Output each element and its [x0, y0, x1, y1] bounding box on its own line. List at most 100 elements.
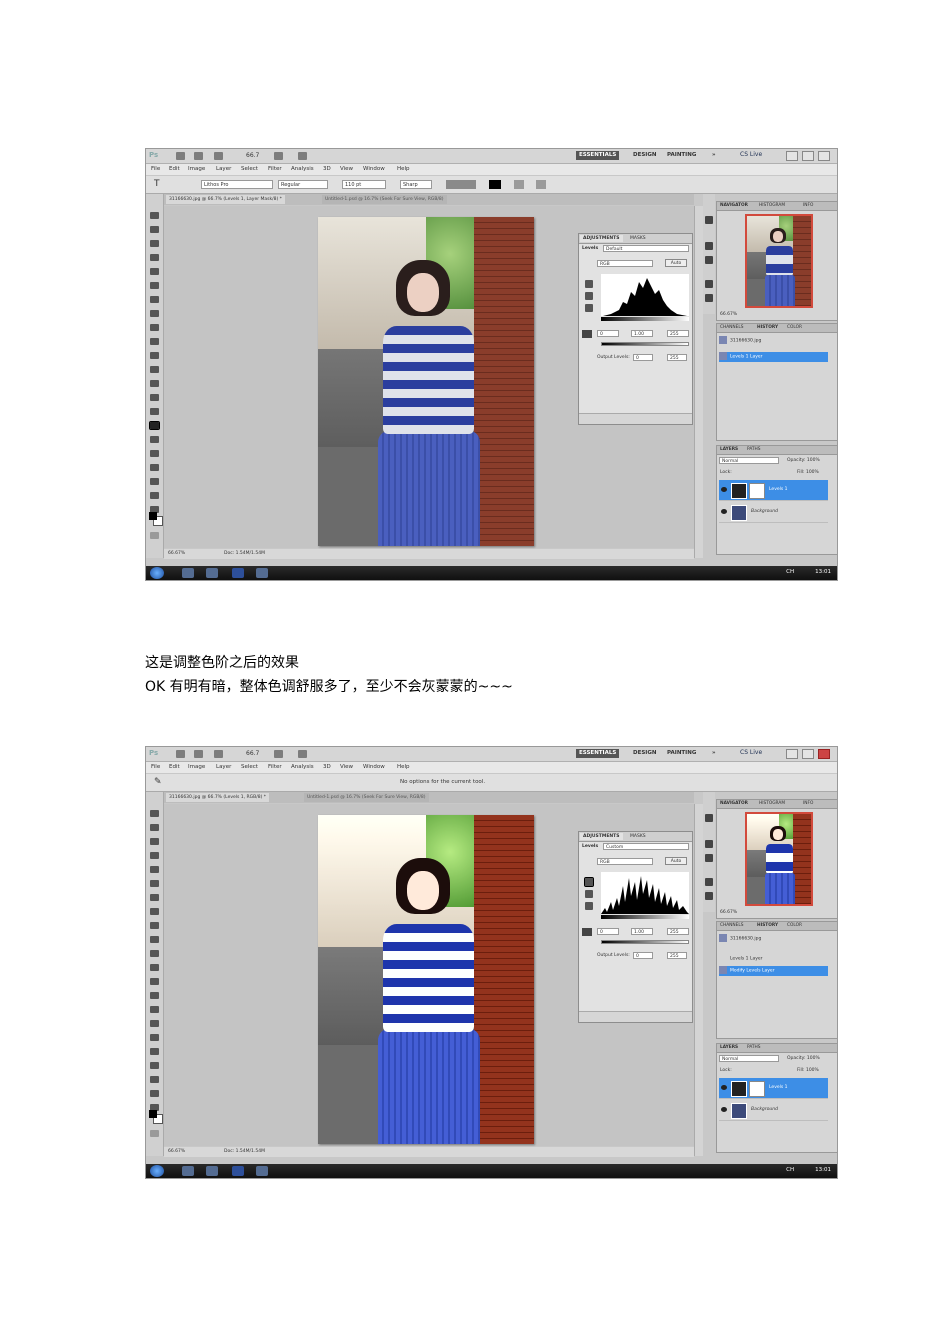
histogram-panel-icon[interactable] — [705, 216, 713, 224]
fill-field[interactable]: Fill: 100% — [797, 470, 819, 475]
auto-button[interactable]: Auto — [665, 259, 687, 267]
tab-navigator[interactable]: NAVIGATOR — [720, 203, 748, 208]
blend-mode-select[interactable]: Normal — [719, 457, 779, 464]
language-indicator[interactable]: CH — [786, 1167, 794, 1173]
hand-tool-icon[interactable] — [150, 492, 159, 499]
workspace-painting[interactable]: PAINTING — [664, 151, 699, 160]
tab-channels[interactable]: CHANNELS — [720, 325, 743, 330]
history-brush-tool-icon[interactable] — [150, 936, 159, 943]
opacity-field[interactable]: Opacity: 100% — [787, 1056, 820, 1061]
3d-rotate-tool-icon[interactable] — [150, 1062, 159, 1069]
minibridge-icon[interactable] — [194, 152, 203, 160]
clock[interactable]: 13:01 — [815, 569, 831, 575]
adjustments-panel-icon[interactable] — [705, 242, 713, 250]
workspace-more[interactable]: » — [709, 151, 719, 160]
masks-panel-icon[interactable] — [705, 854, 713, 862]
menu-help[interactable]: Help — [397, 166, 410, 172]
fill-field[interactable]: Fill: 100% — [797, 1068, 819, 1073]
blur-tool-icon[interactable] — [150, 380, 159, 387]
lasso-tool-icon[interactable] — [150, 240, 159, 247]
menu-3d[interactable]: 3D — [323, 764, 331, 770]
type-tool-icon[interactable] — [150, 1020, 159, 1027]
marquee-tool-icon[interactable] — [150, 226, 159, 233]
preset-select[interactable]: Default — [603, 245, 689, 252]
3d-orbit-tool-icon[interactable] — [150, 478, 159, 485]
bridge-icon[interactable] — [176, 750, 185, 758]
bridge-icon[interactable] — [176, 152, 185, 160]
text-color-swatch[interactable] — [489, 180, 501, 189]
workspace-design[interactable]: DESIGN — [630, 151, 659, 160]
tab-color[interactable]: COLOR — [787, 923, 802, 928]
character-panel-icon[interactable] — [536, 180, 546, 189]
menu-file[interactable]: File — [151, 764, 160, 770]
workspace-painting[interactable]: PAINTING — [664, 749, 699, 758]
menu-filter[interactable]: Filter — [268, 764, 282, 770]
tab-channels[interactable]: CHANNELS — [720, 923, 743, 928]
history-snapshot[interactable]: 31166630.jpg — [719, 934, 828, 944]
app-taskbar-icon[interactable] — [256, 1166, 268, 1176]
menu-help[interactable]: Help — [397, 764, 410, 770]
healing-tool-icon[interactable] — [150, 894, 159, 901]
black-point-eyedropper-icon[interactable] — [585, 280, 593, 288]
navigator-zoom[interactable]: 66.67% — [720, 312, 737, 317]
opacity-field[interactable]: Opacity: 100% — [787, 458, 820, 463]
eraser-tool-icon[interactable] — [150, 950, 159, 957]
tab-navigator[interactable]: NAVIGATOR — [720, 801, 748, 806]
visibility-eye-icon[interactable] — [721, 1085, 727, 1090]
tab-masks[interactable]: MASKS — [627, 235, 649, 242]
menu-analysis[interactable]: Analysis — [291, 764, 314, 770]
menu-edit[interactable]: Edit — [169, 166, 180, 172]
menu-view[interactable]: View — [340, 764, 353, 770]
input-gamma-field[interactable]: 1.00 — [631, 330, 653, 337]
close-button[interactable] — [818, 151, 830, 161]
histogram-panel-icon[interactable] — [705, 814, 713, 822]
photoshop-taskbar-icon[interactable] — [232, 568, 244, 578]
minimize-button[interactable] — [786, 151, 798, 161]
channel-select[interactable]: RGB — [597, 858, 653, 865]
menu-file[interactable]: File — [151, 166, 160, 172]
history-brush-tool-icon[interactable] — [150, 338, 159, 345]
tab-layers[interactable]: LAYERS — [720, 1045, 738, 1050]
menu-analysis[interactable]: Analysis — [291, 166, 314, 172]
move-tool-icon[interactable] — [150, 212, 159, 219]
history-item[interactable]: Levels 1 Layer — [719, 352, 828, 362]
document-canvas[interactable]: ADJUSTMENTS MASKS Levels Default RGB Aut… — [164, 206, 694, 548]
output-levels-slider[interactable] — [601, 342, 689, 346]
white-point-eyedropper-icon[interactable] — [585, 304, 593, 312]
status-zoom[interactable]: 66.67% — [168, 551, 185, 556]
type-tool-selected-icon[interactable] — [149, 421, 160, 430]
blur-tool-icon[interactable] — [150, 978, 159, 985]
layer-levels-1[interactable]: Levels 1 — [719, 480, 828, 501]
eyedropper-tool-icon[interactable] — [150, 282, 159, 289]
blend-mode-select[interactable]: Normal — [719, 1055, 779, 1062]
doc-tab-other[interactable]: Untitled-1.psd @ 16.7% (Seek For Sure Vi… — [322, 195, 447, 204]
screen-mode-icon[interactable] — [298, 750, 307, 758]
workspace-design[interactable]: DESIGN — [630, 749, 659, 758]
tab-adjustments[interactable]: ADJUSTMENTS — [580, 235, 623, 242]
dodge-tool-icon[interactable] — [150, 394, 159, 401]
arrange-docs-icon[interactable] — [274, 152, 283, 160]
doc-tab-active[interactable]: 31166630.jpg @ 66.7% (Levels 1, RGB/8) * — [166, 793, 270, 802]
input-levels-slider[interactable] — [601, 915, 689, 919]
tab-adjustments[interactable]: ADJUSTMENTS — [580, 833, 623, 840]
lasso-tool-icon[interactable] — [150, 838, 159, 845]
quick-mask-icon[interactable] — [150, 532, 159, 539]
visibility-eye-icon[interactable] — [721, 487, 727, 492]
zoom-level[interactable]: 66.7 — [246, 152, 259, 159]
output-black-field[interactable]: 0 — [633, 354, 653, 361]
quick-mask-icon[interactable] — [150, 1130, 159, 1137]
clock[interactable]: 13:01 — [815, 1167, 831, 1173]
tab-paths[interactable]: PATHS — [747, 447, 761, 452]
history-item[interactable]: Levels 1 Layer — [719, 954, 828, 964]
navigator-thumbnail[interactable] — [745, 214, 813, 308]
workspace-essentials[interactable]: ESSENTIALS — [576, 749, 620, 758]
brushes-panel-icon[interactable] — [705, 878, 713, 886]
shape-tool-icon[interactable] — [150, 1048, 159, 1055]
input-black-field[interactable]: 0 — [597, 330, 619, 337]
history-snapshot[interactable]: 31166630.jpg — [719, 336, 828, 346]
close-button[interactable] — [818, 749, 830, 759]
tab-histogram[interactable]: HISTOGRAM — [759, 801, 785, 806]
menu-view[interactable]: View — [340, 166, 353, 172]
tab-history[interactable]: HISTORY — [757, 325, 778, 330]
zoom-level[interactable]: 66.7 — [246, 750, 259, 757]
